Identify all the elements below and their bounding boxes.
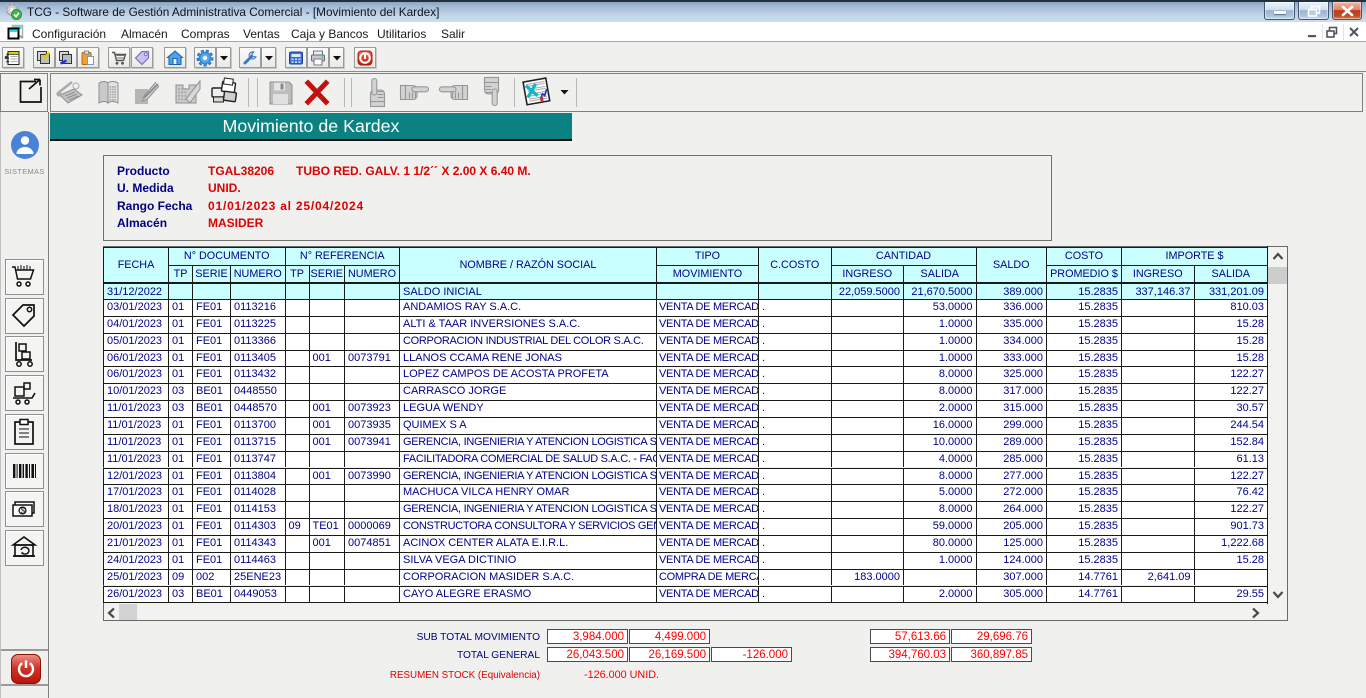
svg-text:$: $ (21, 507, 26, 516)
